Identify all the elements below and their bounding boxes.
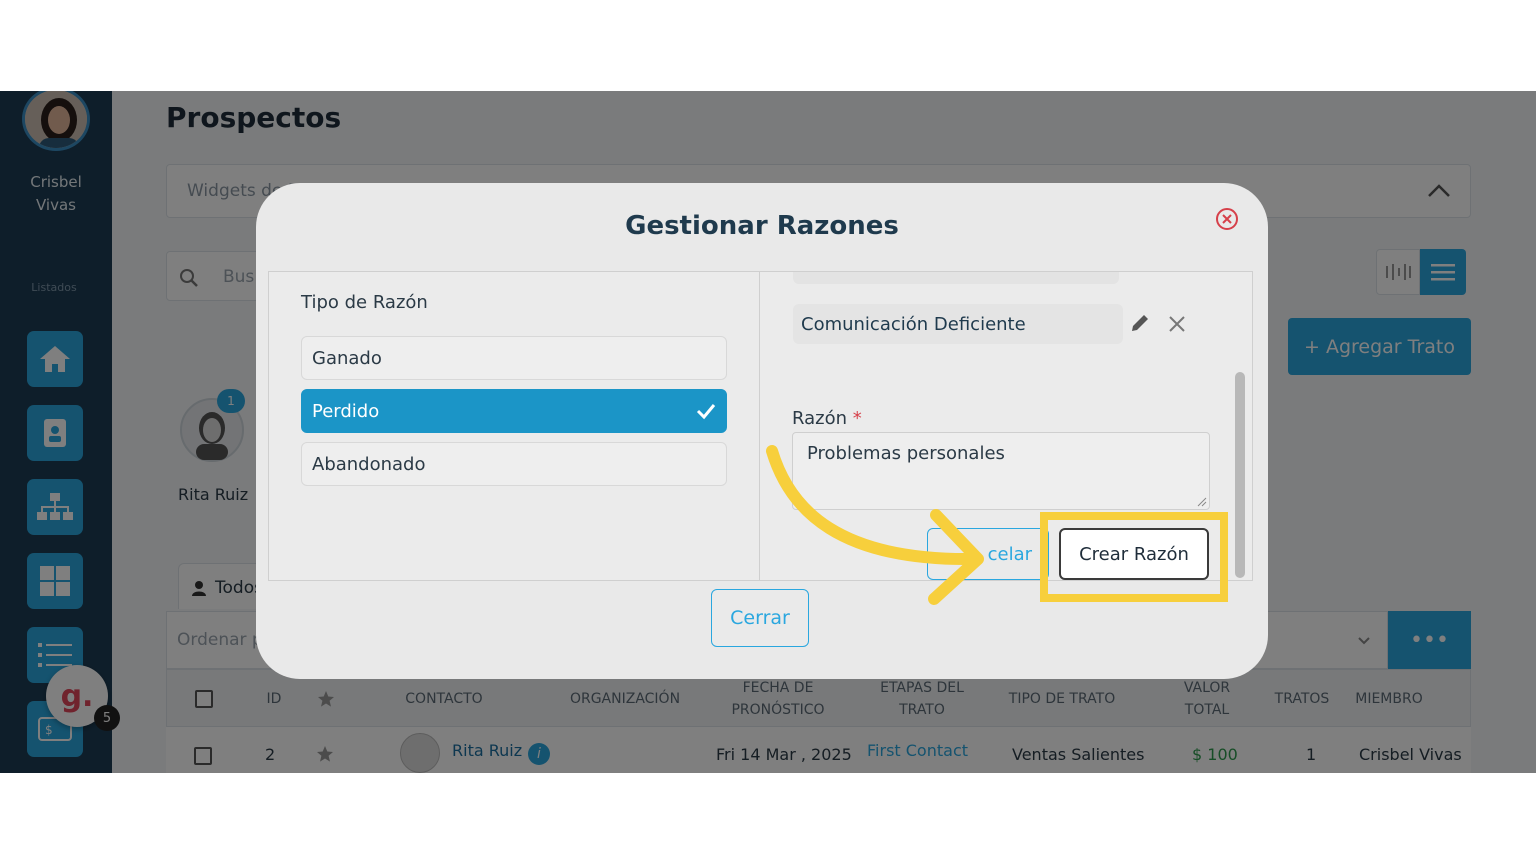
reason-item: Comunicación Deficiente: [793, 304, 1123, 344]
scrollbar[interactable]: [1235, 372, 1245, 578]
reason-type-ganado[interactable]: Ganado: [301, 336, 727, 380]
reason-row-partial: [793, 272, 1119, 284]
dialog-title: Gestionar Razones: [625, 211, 899, 241]
reason-type-heading: Tipo de Razón: [301, 292, 428, 313]
app-screen: Crisbel Vivas Listados $ g. 5 Prospectos…: [0, 91, 1536, 773]
reason-field-label-text: Razón: [792, 408, 848, 429]
reason-field-label: Razón *: [792, 408, 862, 429]
close-icon[interactable]: [1215, 207, 1239, 231]
resize-grip-icon[interactable]: [1197, 497, 1207, 507]
reason-type-label: Abandonado: [312, 453, 426, 475]
check-icon: [696, 404, 716, 420]
pencil-icon[interactable]: [1129, 312, 1151, 334]
tutorial-highlight: [1040, 512, 1228, 602]
reason-type-abandonado[interactable]: Abandonado: [301, 442, 727, 486]
close-icon[interactable]: [1167, 314, 1187, 334]
reason-type-perdido[interactable]: Perdido: [301, 389, 727, 433]
reason-type-panel: Tipo de Razón Ganado Perdido Abandonado: [269, 272, 760, 580]
tutorial-arrow-icon: [766, 445, 984, 605]
required-mark: *: [852, 408, 862, 429]
reason-type-label: Ganado: [312, 347, 382, 369]
reason-type-label: Perdido: [312, 400, 380, 422]
